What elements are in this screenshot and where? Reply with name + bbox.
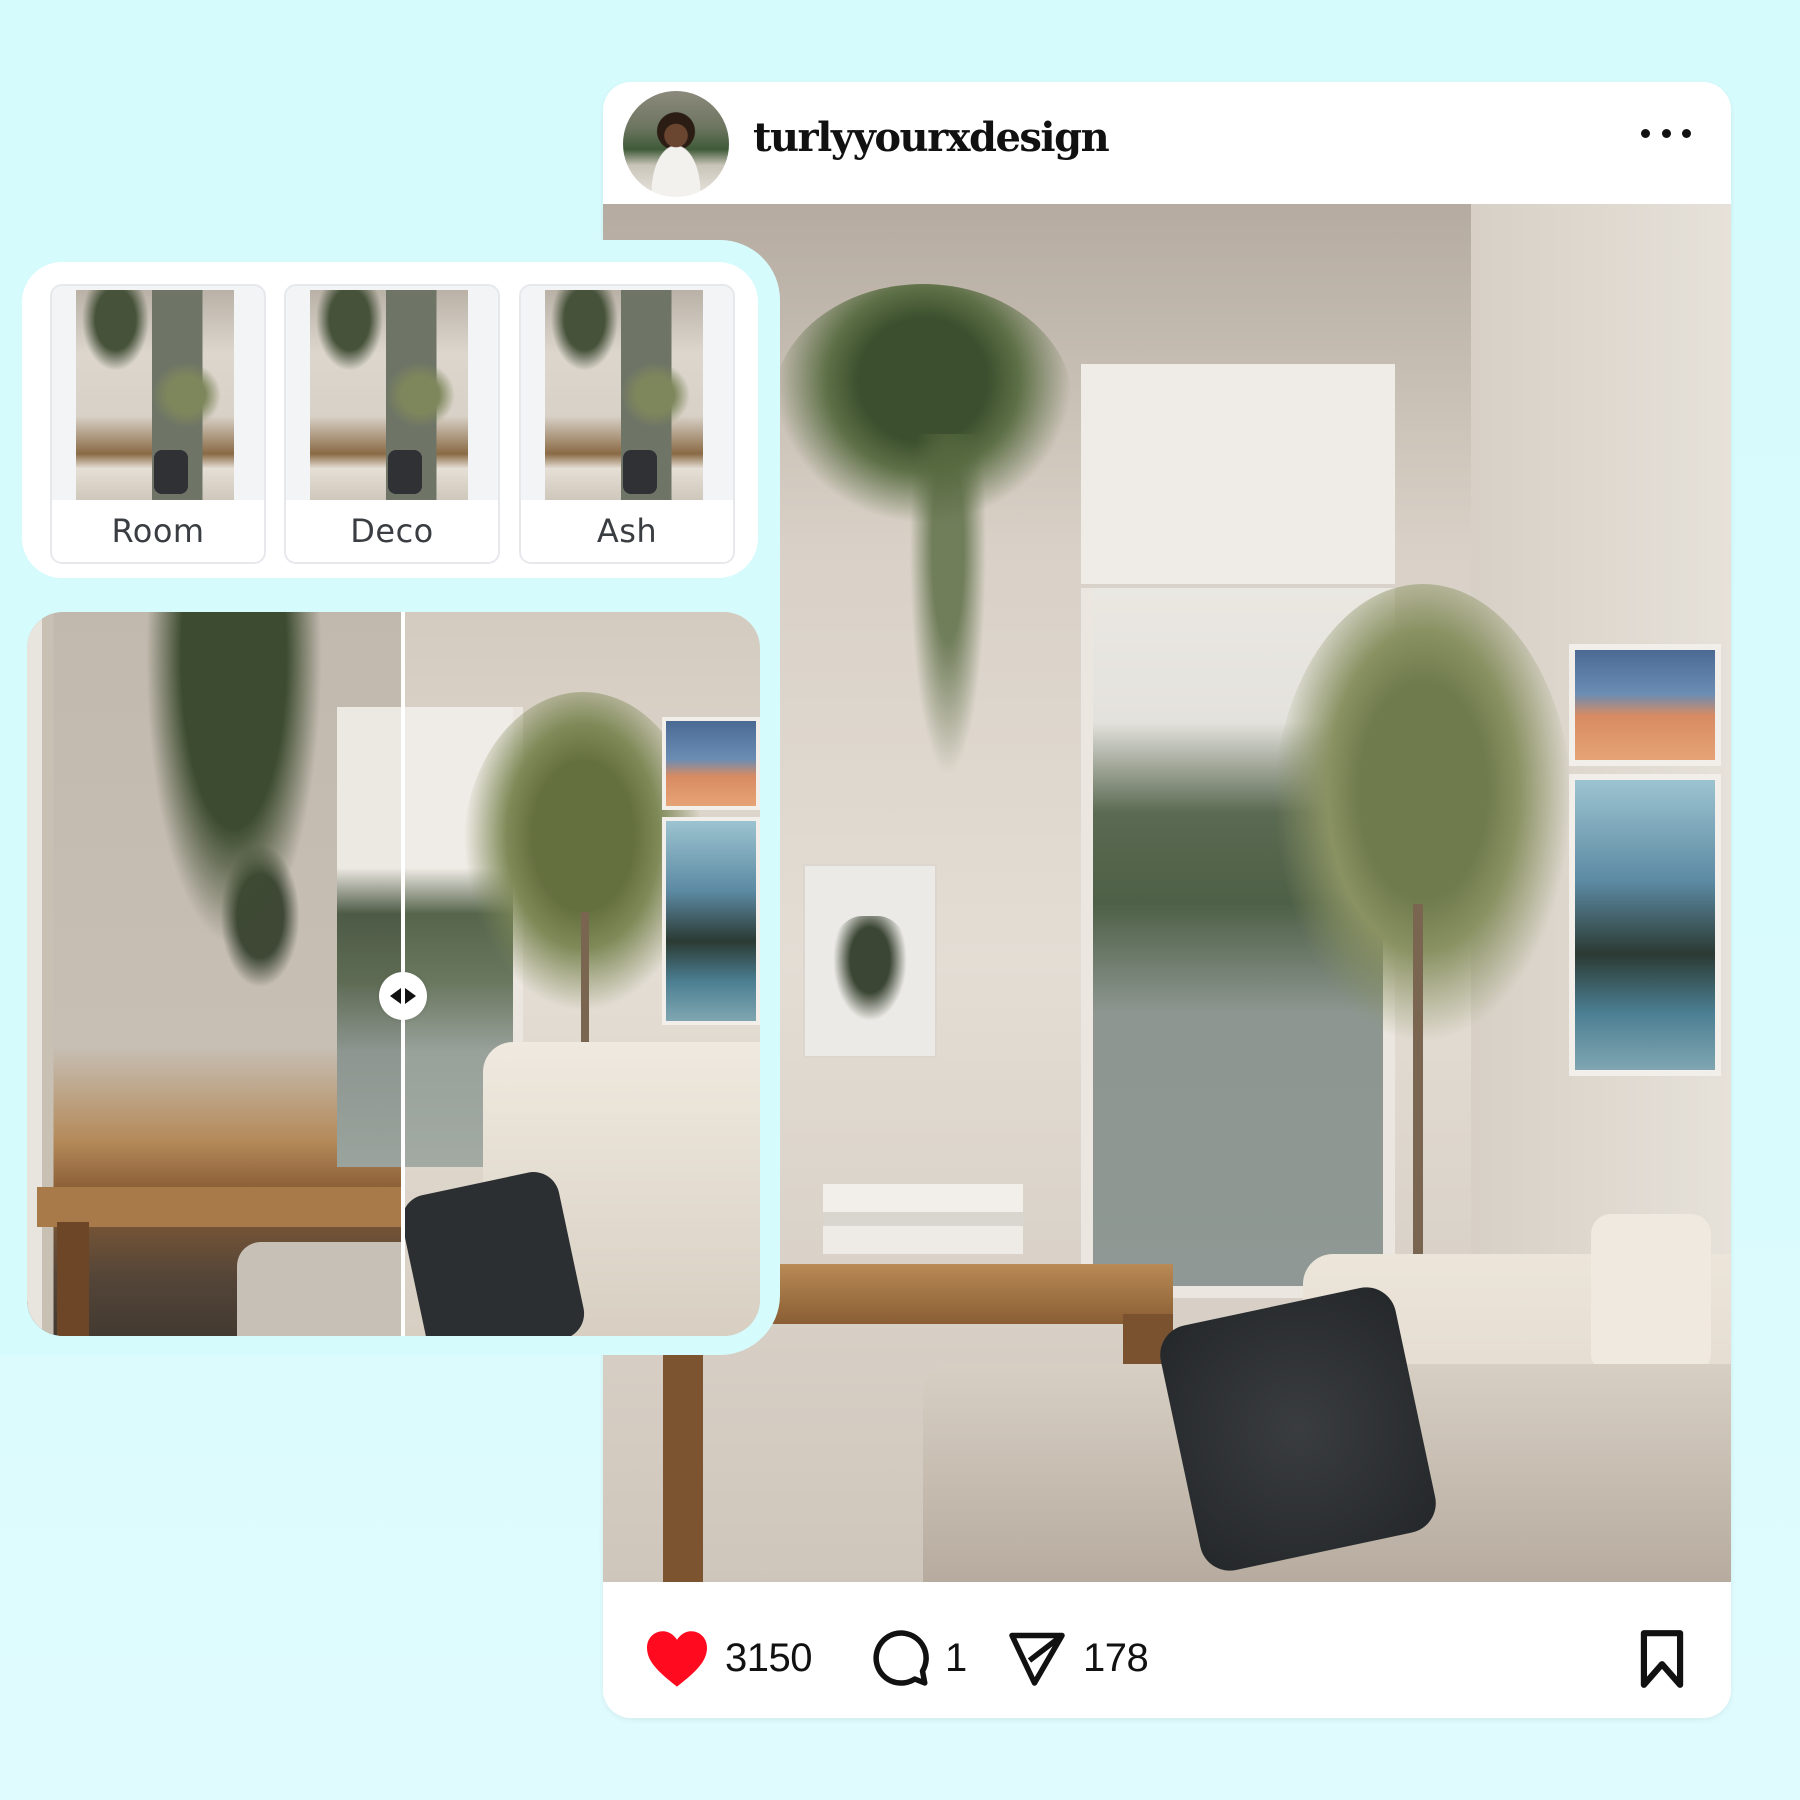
after-image	[397, 612, 760, 1336]
more-options-button[interactable]	[1641, 120, 1691, 146]
more-horizontal-icon	[1641, 128, 1650, 138]
like-count: 3150	[725, 1635, 812, 1680]
scene-framed-plant-print	[803, 864, 937, 1058]
scene-dark-pillow	[1154, 1281, 1442, 1577]
scene-books	[823, 1184, 1023, 1254]
style-option-label: Room	[52, 500, 264, 562]
like-button[interactable]: 3150	[643, 1628, 812, 1688]
profile-avatar[interactable]	[623, 91, 729, 197]
scene-olive-tree	[1273, 584, 1573, 1044]
scene-art-upper	[662, 717, 760, 810]
before-image	[27, 612, 403, 1336]
comment-icon	[873, 1630, 929, 1686]
style-option-ash[interactable]: Ash	[519, 284, 735, 564]
style-thumbnail	[545, 290, 703, 500]
scene-armchair	[237, 1242, 403, 1336]
style-option-label: Deco	[286, 500, 498, 562]
more-horizontal-icon	[1661, 128, 1671, 138]
scene-art-lower	[1569, 774, 1721, 1076]
style-picker: Room Deco Ash	[22, 262, 758, 578]
scene-window	[337, 707, 403, 1167]
scene-art-lower	[662, 817, 760, 1025]
style-option-deco[interactable]: Deco	[284, 284, 500, 564]
scene-console-table	[37, 1187, 403, 1227]
comment-button[interactable]: 1	[871, 1628, 967, 1688]
post-actions-bar: 3150 1 178	[603, 1582, 1731, 1718]
share-count: 178	[1083, 1635, 1149, 1680]
send-icon	[1009, 1632, 1065, 1686]
more-horizontal-icon	[1682, 128, 1691, 138]
scene-art-upper	[1569, 644, 1721, 766]
heart-icon	[647, 1631, 707, 1687]
scene-roller-blind	[1081, 364, 1395, 588]
save-button[interactable]	[1635, 1628, 1689, 1695]
scene-white-pillow	[1591, 1214, 1711, 1374]
scene-table-leg	[57, 1222, 89, 1336]
username[interactable]: turlyyourxdesign	[753, 114, 1110, 161]
style-thumbnail	[310, 290, 468, 500]
style-option-label: Ash	[521, 500, 733, 562]
bookmark-icon	[1640, 1630, 1684, 1688]
share-button[interactable]: 178	[1005, 1628, 1149, 1688]
left-arrow-icon	[390, 988, 401, 1004]
comment-count: 1	[945, 1635, 967, 1680]
right-arrow-icon	[405, 988, 416, 1004]
style-option-room[interactable]: Room	[50, 284, 266, 564]
before-after-comparison[interactable]	[27, 612, 760, 1336]
comparison-slider-handle[interactable]	[379, 972, 427, 1020]
scene-vine	[903, 434, 993, 814]
post-header: turlyyourxdesign	[603, 82, 1731, 204]
style-thumbnail	[76, 290, 234, 500]
